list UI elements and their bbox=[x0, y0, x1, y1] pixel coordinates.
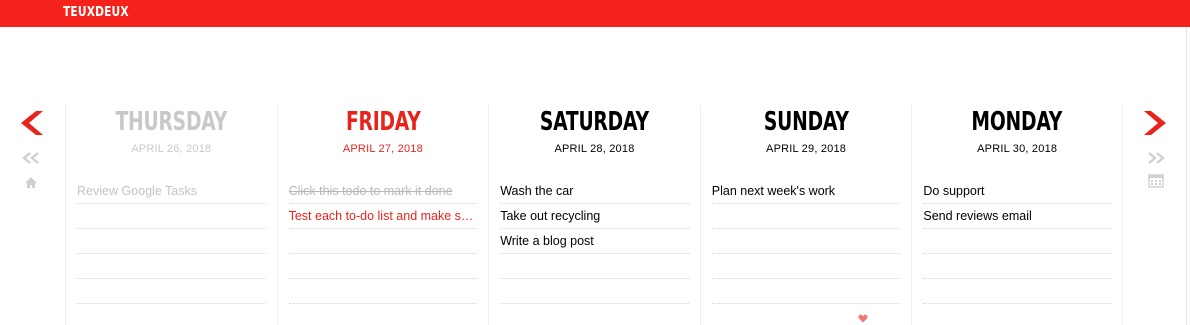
todo-empty-slot[interactable] bbox=[77, 204, 266, 229]
todo-empty-slot[interactable] bbox=[288, 229, 478, 254]
day-date: APRIL 26, 2018 bbox=[131, 143, 212, 155]
todo-empty-slot[interactable] bbox=[711, 254, 901, 279]
top-bar: TEUXDEUX bbox=[0, 0, 1190, 27]
todo-empty-slot[interactable] bbox=[711, 279, 901, 304]
todo-item[interactable]: Do support bbox=[923, 179, 1111, 204]
todo-item[interactable]: Send reviews email bbox=[923, 204, 1111, 229]
todo-empty-slot[interactable] bbox=[500, 279, 689, 304]
day-date: APRIL 29, 2018 bbox=[766, 143, 847, 155]
heart-icon[interactable] bbox=[858, 314, 868, 323]
day-column-friday: FRIDAY APRIL 27, 2018 Click this todo to… bbox=[276, 105, 489, 325]
day-date: APRIL 28, 2018 bbox=[554, 143, 635, 155]
todo-empty-slot[interactable] bbox=[500, 254, 689, 279]
todo-list: Review Google Tasks bbox=[77, 179, 266, 304]
right-nav bbox=[1141, 108, 1171, 188]
todo-list: Wash the car Take out recycling Write a … bbox=[500, 179, 689, 304]
left-nav bbox=[16, 108, 46, 189]
todo-empty-slot[interactable] bbox=[77, 229, 266, 254]
window-edge bbox=[1186, 27, 1187, 325]
day-name: SATURDAY bbox=[540, 107, 649, 137]
todo-empty-slot[interactable] bbox=[923, 254, 1111, 279]
day-name: MONDAY bbox=[971, 107, 1063, 137]
todo-item[interactable]: Write a blog post bbox=[500, 229, 689, 254]
todo-empty-slot[interactable] bbox=[711, 229, 901, 254]
todo-item[interactable]: Wash the car bbox=[500, 179, 689, 204]
todo-empty-slot[interactable] bbox=[288, 279, 478, 304]
todo-list: Click this todo to mark it done Test eac… bbox=[288, 179, 478, 304]
brand-logo[interactable]: TEUXDEUX bbox=[63, 5, 129, 20]
day-date: APRIL 30, 2018 bbox=[977, 143, 1058, 155]
day-date: APRIL 27, 2018 bbox=[342, 143, 423, 155]
todo-empty-slot[interactable] bbox=[711, 204, 901, 229]
todo-item[interactable]: Take out recycling bbox=[500, 204, 689, 229]
todo-empty-slot[interactable] bbox=[77, 254, 266, 279]
chevron-right-icon[interactable] bbox=[1141, 108, 1171, 138]
todo-empty-slot[interactable] bbox=[288, 254, 478, 279]
todo-empty-slot[interactable] bbox=[923, 279, 1111, 304]
day-name: SUNDAY bbox=[763, 107, 849, 137]
chevron-left-icon[interactable] bbox=[16, 108, 46, 138]
double-chevron-right-icon[interactable] bbox=[1146, 152, 1166, 164]
home-icon[interactable] bbox=[24, 176, 38, 189]
todo-empty-slot[interactable] bbox=[77, 279, 266, 304]
todo-item[interactable]: Review Google Tasks bbox=[77, 179, 266, 204]
todo-empty-slot[interactable] bbox=[923, 229, 1111, 254]
double-chevron-left-icon[interactable] bbox=[21, 152, 41, 164]
todo-item-done[interactable]: Click this todo to mark it done bbox=[288, 179, 478, 204]
day-column-thursday: THURSDAY APRIL 26, 2018 Review Google Ta… bbox=[65, 105, 277, 325]
todo-item[interactable]: Plan next week's work bbox=[711, 179, 901, 204]
day-column-sunday: SUNDAY APRIL 29, 2018 Plan next week's w… bbox=[699, 105, 912, 325]
todo-list: Do support Send reviews email bbox=[923, 179, 1111, 304]
day-column-saturday: SATURDAY APRIL 28, 2018 Wash the car Tak… bbox=[488, 105, 700, 325]
day-columns: THURSDAY APRIL 26, 2018 Review Google Ta… bbox=[65, 105, 1123, 325]
todo-item[interactable]: Test each to-do list and make su... bbox=[288, 204, 478, 229]
todo-list: Plan next week's work bbox=[711, 179, 901, 304]
day-name: THURSDAY bbox=[115, 107, 228, 137]
day-column-monday: MONDAY APRIL 30, 2018 Do support Send re… bbox=[911, 105, 1123, 325]
day-name: FRIDAY bbox=[345, 107, 421, 137]
calendar-icon[interactable] bbox=[1148, 174, 1164, 188]
